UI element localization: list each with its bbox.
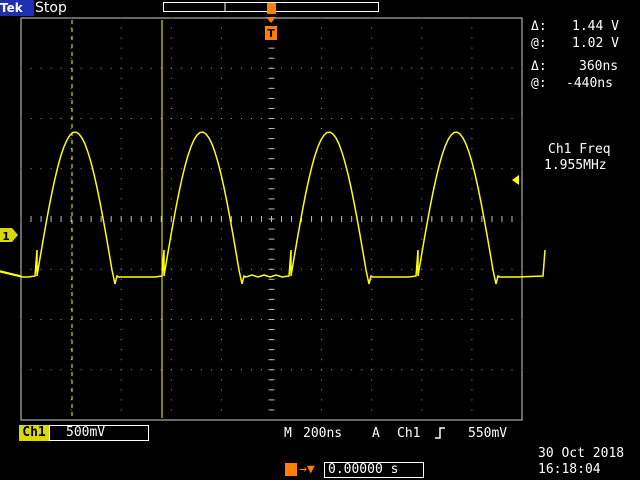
trigger-mode: A	[372, 426, 380, 441]
trigger-level[interactable]: 550mV	[468, 426, 507, 441]
voltage-at-label: @:	[531, 36, 547, 51]
trigger-delay-arrow-icon: →▼	[299, 462, 315, 477]
graticule-grid	[20, 17, 523, 411]
timebase-label: M	[284, 426, 292, 441]
timebase-value[interactable]: 200ns	[303, 426, 342, 441]
trigger-position-arrow[interactable]	[266, 17, 276, 23]
time-delta-label: Δ:	[531, 59, 547, 74]
voltage-delta-value: 1.44 V	[572, 19, 619, 34]
ch1-waveform	[0, 131, 546, 285]
trigger-delay-icon	[285, 463, 297, 476]
trigger-delay-value[interactable]: 0.00000 s	[324, 462, 424, 478]
ch1-scale[interactable]: 500mV	[49, 425, 149, 441]
date: 30 Oct 2018	[538, 446, 625, 461]
time-at-value: -440ns	[566, 76, 613, 91]
time: 16:18:04	[538, 462, 601, 477]
trigger-level-arrow[interactable]	[512, 175, 519, 185]
time-at-label: @:	[531, 76, 547, 91]
trigger-marker-label: T	[267, 27, 275, 40]
ch1-ground-label: 1	[2, 230, 10, 243]
voltage-at-value: 1.02 V	[572, 36, 619, 51]
measurement-value: 1.955MHz	[544, 158, 607, 173]
measurement-label: Ch1 Freq	[548, 142, 611, 157]
trigger-source[interactable]: Ch1	[397, 426, 420, 441]
rising-edge-icon	[435, 427, 445, 439]
ch1-channel-chip[interactable]: Ch1	[19, 425, 49, 441]
time-delta-value: 360ns	[579, 59, 619, 74]
trigger-position-indicator	[267, 3, 276, 14]
voltage-delta-label: Δ:	[531, 19, 547, 34]
